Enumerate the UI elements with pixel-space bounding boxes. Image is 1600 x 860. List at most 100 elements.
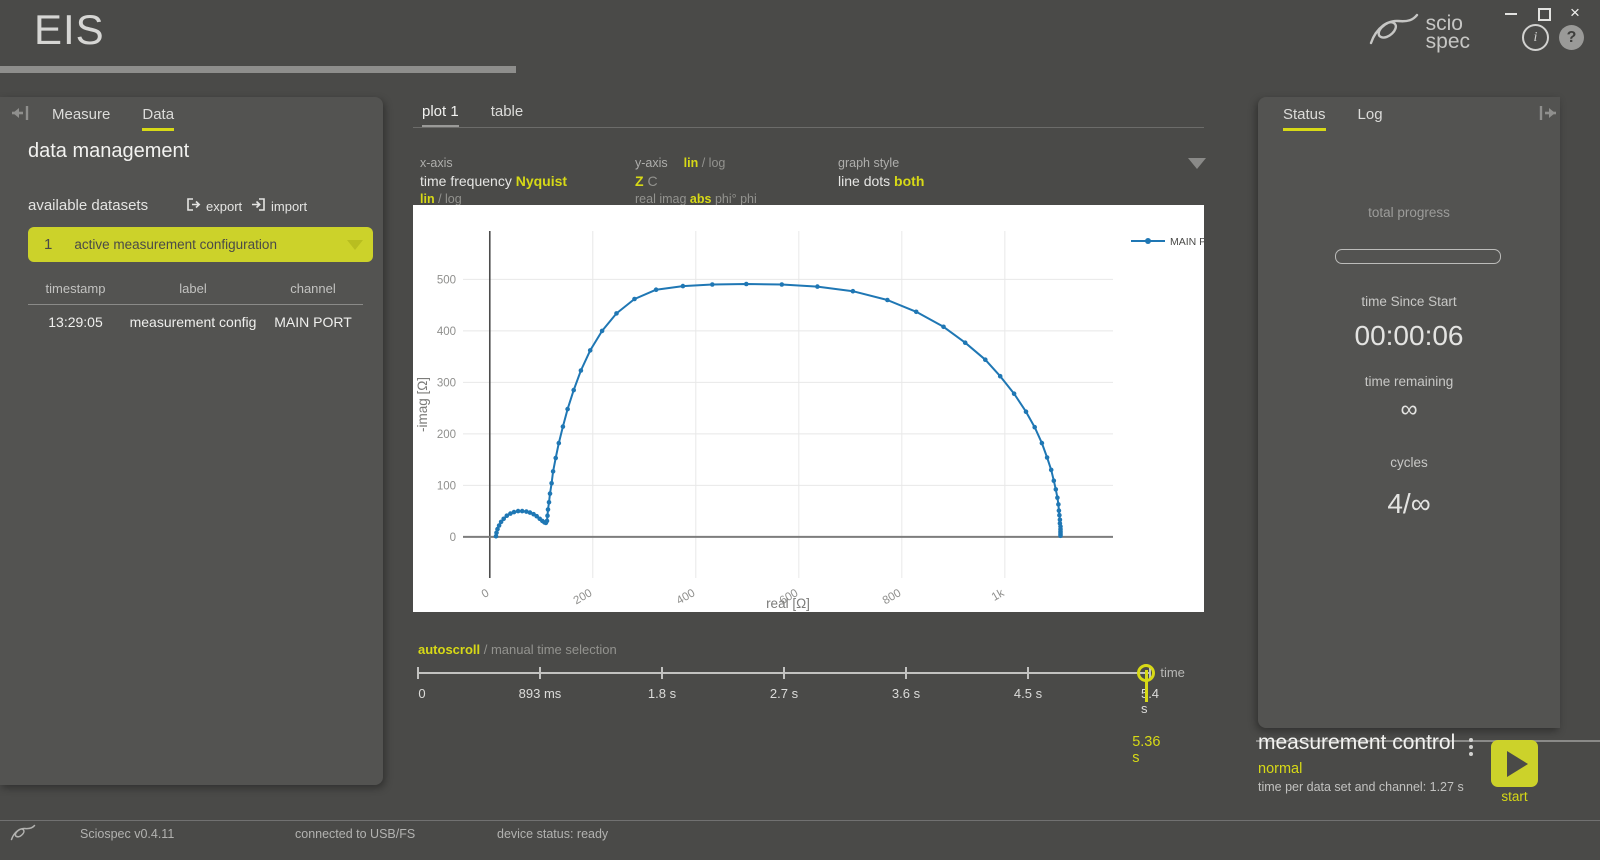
table-row[interactable]: 13:29:05 measurement config MAIN PORT <box>28 305 363 330</box>
svg-text:500: 500 <box>437 274 456 286</box>
datasets-table-header: timestamp label channel <box>28 281 363 305</box>
brand-line2: spec <box>1426 30 1470 53</box>
app-version: Sciospec v0.4.11 <box>80 827 174 841</box>
y-axis-label: y-axis <box>635 156 668 170</box>
option-phi[interactable]: phi <box>740 192 757 206</box>
dataset-index: 1 <box>44 236 52 253</box>
graph-options-expander-icon[interactable] <box>1188 158 1206 169</box>
x-axis-controls: x-axis time frequency Nyquist lin / log <box>420 153 567 206</box>
option-frequency[interactable]: frequency <box>450 173 511 189</box>
option-lin[interactable]: lin <box>684 156 699 170</box>
nyquist-plot[interactable]: 02004006008001k0100200300400500real [Ω]-… <box>413 205 1204 612</box>
time-slider-track[interactable]: 0893 ms1.8 s2.7 s3.6 s4.5 s5.4 stime5.36… <box>418 672 1150 674</box>
svg-text:100: 100 <box>437 480 456 492</box>
tab-measure[interactable]: Measure <box>52 106 110 131</box>
slider-tick <box>905 667 907 679</box>
time-slider-handle[interactable] <box>1137 664 1155 682</box>
x-axis-label: x-axis <box>420 156 567 170</box>
time-mode-options: autoscroll / manual time selection <box>418 642 617 657</box>
import-button[interactable]: import <box>251 197 307 215</box>
status-bar: Sciospec v0.4.11 connected to USB/FS dev… <box>0 821 1600 860</box>
sciospec-swirl-icon <box>1368 10 1420 55</box>
slider-tick-label: 893 ms <box>519 686 562 701</box>
option-nyquist[interactable]: Nyquist <box>516 173 567 189</box>
tabs-divider <box>413 127 1204 128</box>
svg-text:400: 400 <box>675 587 698 607</box>
option-log[interactable]: log <box>445 192 462 206</box>
import-icon <box>251 197 266 215</box>
option-lin[interactable]: lin <box>420 192 435 206</box>
measurement-control-title: measurement control <box>1258 731 1455 755</box>
option-manual-time-selection[interactable]: manual time selection <box>491 642 617 657</box>
option-z[interactable]: Z <box>635 173 644 189</box>
option-imag[interactable]: imag <box>659 192 686 206</box>
svg-text:-imag [Ω]: -imag [Ω] <box>415 377 430 432</box>
help-icon[interactable]: ? <box>1559 25 1584 50</box>
header-icons: i ? <box>1522 24 1584 51</box>
device-status: device status: ready <box>497 827 608 841</box>
x-axis-mode-options: time frequency Nyquist <box>420 173 567 189</box>
graph-style-label: graph style <box>838 156 924 170</box>
y-axis-quantity-options: Z C <box>635 173 757 189</box>
close-icon[interactable]: × <box>1568 6 1582 20</box>
option-c[interactable]: C <box>647 173 657 189</box>
option-line[interactable]: line <box>838 173 860 189</box>
time-remaining-value: ∞ <box>1258 396 1560 424</box>
slider-tick-label: 5.4 s <box>1141 686 1159 716</box>
x-axis-scale-options: lin / log <box>420 192 567 206</box>
current-time-value: 5.36 s <box>1132 734 1160 766</box>
slider-tick-label: 4.5 s <box>1014 686 1042 701</box>
info-icon[interactable]: i <box>1522 24 1549 51</box>
option-autoscroll[interactable]: autoscroll <box>418 642 480 657</box>
title-accent-bar <box>0 66 516 73</box>
tab-log[interactable]: Log <box>1358 106 1383 131</box>
slider-tick-label: 1.8 s <box>648 686 676 701</box>
minimize-icon[interactable] <box>1504 6 1518 20</box>
y-axis-scale-options: lin / log <box>684 156 726 170</box>
y-axis-component-options: real imag abs phi° phi <box>635 192 757 206</box>
graph-style-options: line dots both <box>838 173 924 189</box>
slider-tick-label: 3.6 s <box>892 686 920 701</box>
option-abs[interactable]: abs <box>690 192 712 206</box>
cycles-label: cycles <box>1258 455 1560 470</box>
maximize-icon[interactable] <box>1536 6 1550 20</box>
collapse-right-panel-icon[interactable] <box>1538 104 1558 127</box>
slider-tick <box>661 667 663 679</box>
sciospec-swirl-icon-small <box>10 823 36 846</box>
nyquist-chart-svg[interactable]: 02004006008001k0100200300400500real [Ω]-… <box>413 205 1204 612</box>
option-real[interactable]: real <box>635 192 656 206</box>
option-phi-[interactable]: phi° <box>715 192 737 206</box>
y-axis-controls: y-axis lin / log Z C real imag abs phi° … <box>635 153 757 206</box>
tab-data[interactable]: Data <box>142 106 174 131</box>
option-both[interactable]: both <box>894 173 924 189</box>
tab-plot1[interactable]: plot 1 <box>422 103 459 128</box>
option-time[interactable]: time <box>420 173 446 189</box>
start-button-label: start <box>1491 789 1538 804</box>
measurement-mode: normal <box>1258 761 1302 777</box>
page-title: data management <box>28 140 189 163</box>
window-controls: × <box>1504 6 1582 20</box>
svg-text:real [Ω]: real [Ω] <box>766 596 810 611</box>
export-icon <box>186 197 201 215</box>
svg-text:800: 800 <box>881 587 904 607</box>
option-log[interactable]: log <box>709 156 726 170</box>
time-since-start-label: time Since Start <box>1258 294 1560 309</box>
export-button[interactable]: export <box>186 197 242 215</box>
kebab-menu-icon[interactable] <box>1469 738 1473 756</box>
tab-table[interactable]: table <box>491 103 524 128</box>
svg-text:200: 200 <box>572 587 595 607</box>
option-dots[interactable]: dots <box>864 173 890 189</box>
svg-text:1k: 1k <box>990 587 1007 604</box>
chevron-down-icon <box>347 240 363 250</box>
slider-tick <box>539 667 541 679</box>
time-since-start-value: 00:00:06 <box>1258 320 1560 352</box>
start-button[interactable] <box>1491 740 1538 787</box>
connection-status: connected to USB/FS <box>295 827 415 841</box>
slider-tick-label: 0 <box>418 686 425 701</box>
slider-tick <box>783 667 785 679</box>
total-progress-label: total progress <box>1258 205 1560 220</box>
active-dataset-dropdown[interactable]: 1 active measurement configuration <box>28 227 373 262</box>
svg-text:300: 300 <box>437 377 456 389</box>
tab-status[interactable]: Status <box>1283 106 1326 131</box>
collapse-left-panel-icon[interactable] <box>10 104 30 127</box>
